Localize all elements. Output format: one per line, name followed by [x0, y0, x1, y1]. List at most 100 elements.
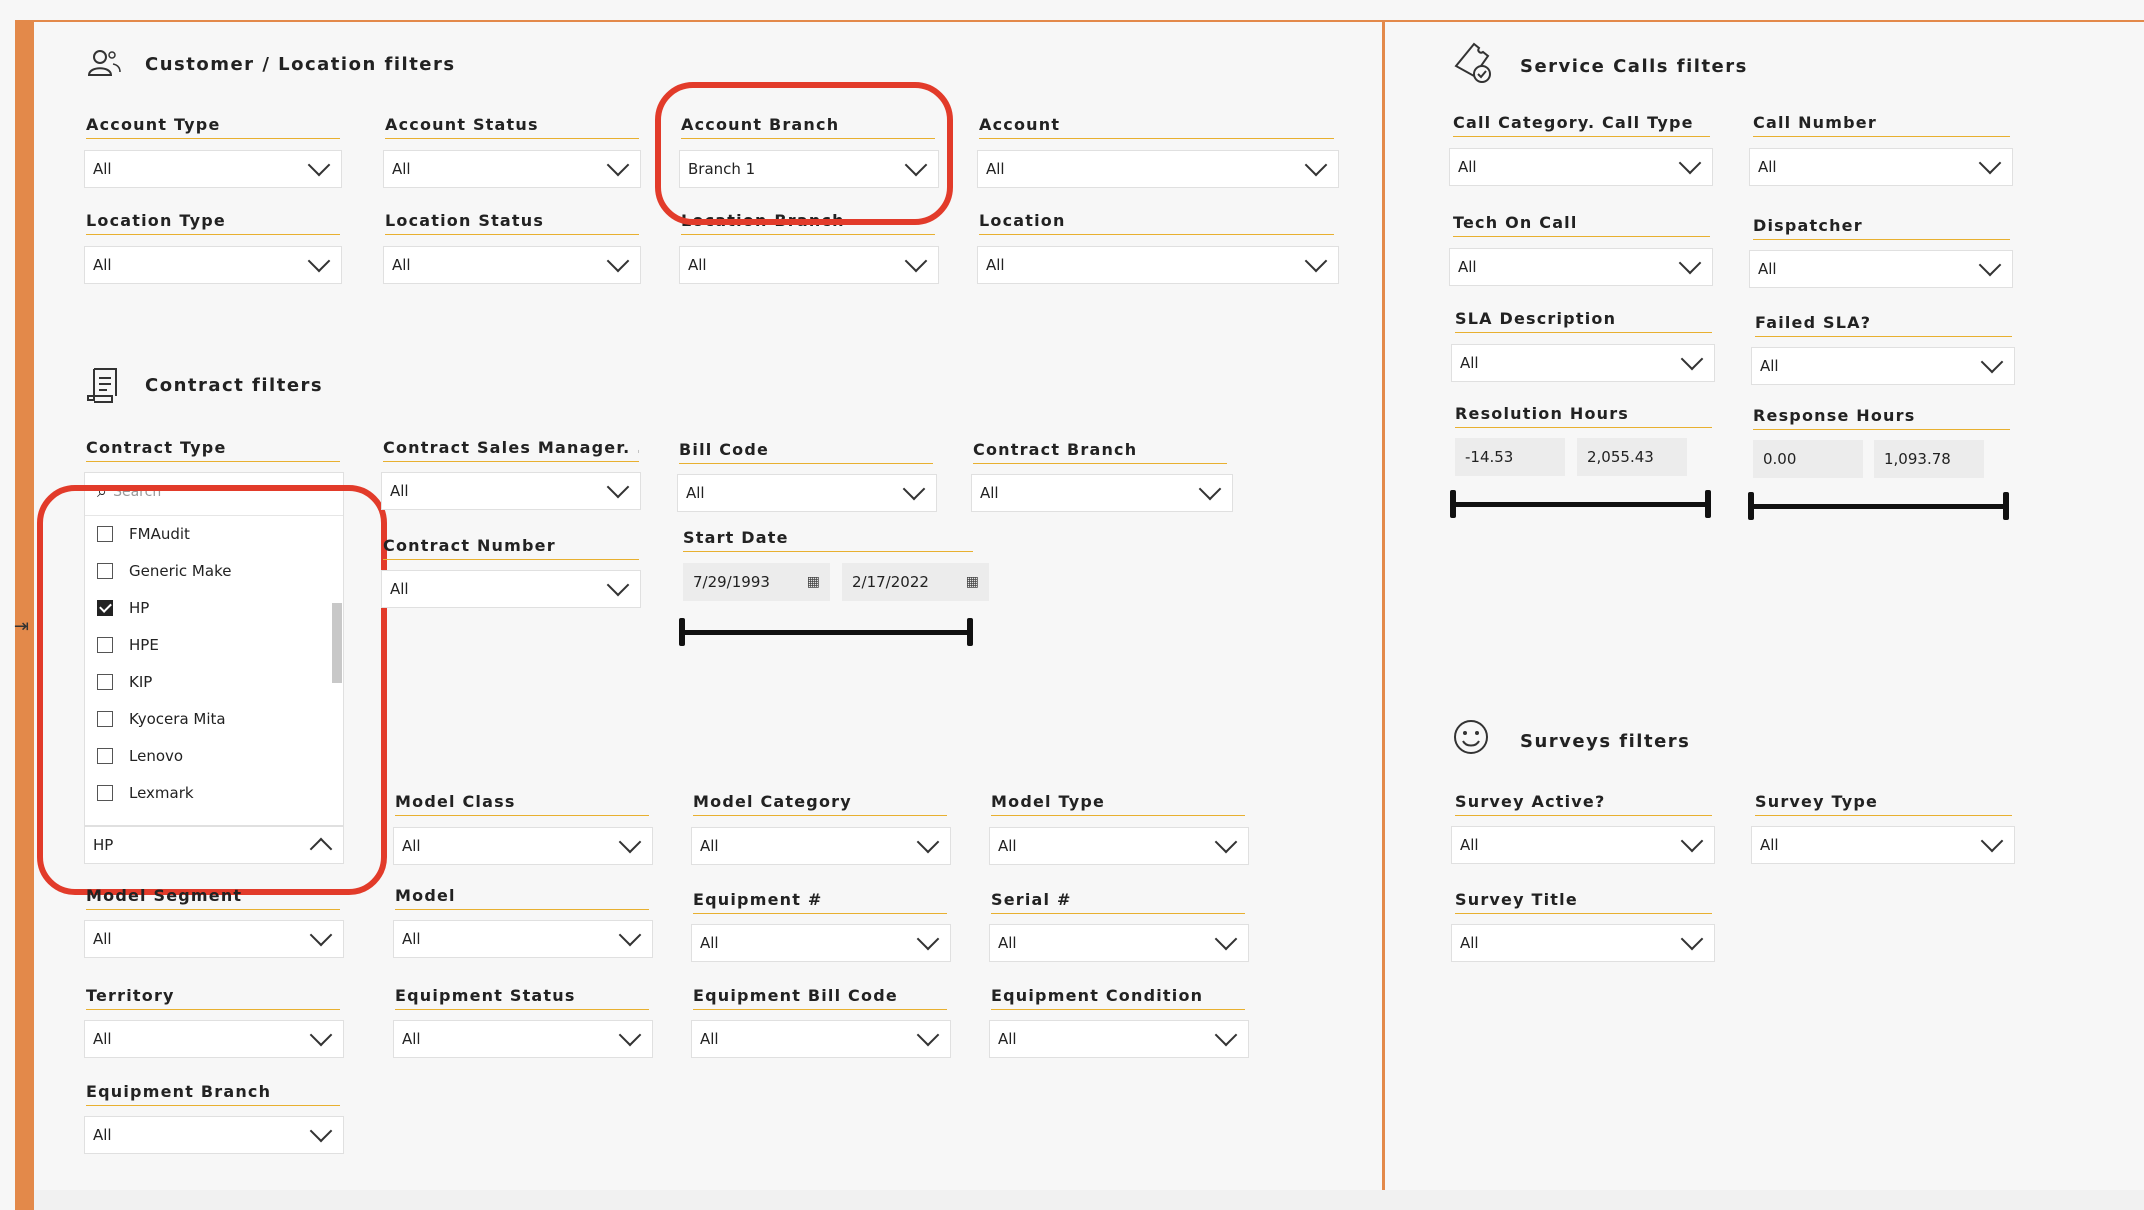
failed-sla-dropdown[interactable]: All	[1751, 347, 2015, 385]
chevron-down-icon	[1980, 829, 2004, 853]
list-item[interactable]: KIP	[97, 673, 152, 691]
chevron-down-icon	[606, 249, 630, 273]
model-class-dropdown[interactable]: All	[393, 827, 653, 865]
account-dropdown[interactable]: All	[977, 150, 1339, 188]
calendar-icon[interactable]: ▦	[807, 574, 820, 590]
bill-code-dropdown[interactable]: All	[677, 474, 937, 512]
chevron-down-icon	[618, 1023, 642, 1047]
slicer-label: Model Segment	[86, 886, 340, 910]
list-item[interactable]: Lenovo	[97, 747, 183, 765]
slider-handle-start[interactable]	[679, 618, 685, 646]
account-type-dropdown[interactable]: All	[84, 150, 342, 188]
slicer-label: Call Number	[1753, 113, 2010, 137]
checkbox[interactable]	[97, 748, 113, 764]
location-dropdown[interactable]: All	[977, 246, 1339, 284]
chevron-down-icon	[1214, 927, 1238, 951]
list-item-label: Generic Make	[129, 562, 232, 580]
resolution-slider-track[interactable]	[1453, 502, 1709, 507]
slicer-label: Account Branch	[681, 115, 935, 139]
chevron-down-icon	[904, 153, 928, 177]
dropdown-value: All	[700, 837, 719, 855]
response-min-input[interactable]: 0.00	[1753, 440, 1863, 478]
tech-on-call-dropdown[interactable]: All	[1449, 248, 1713, 286]
survey-title-dropdown[interactable]: All	[1451, 924, 1715, 962]
start-date-slider-track[interactable]	[683, 630, 972, 635]
resolution-min-input[interactable]: -14.53	[1455, 438, 1565, 476]
contract-branch-dropdown[interactable]: All	[971, 474, 1233, 512]
equipment-status-dropdown[interactable]: All	[393, 1020, 653, 1058]
model-category-dropdown[interactable]: All	[691, 827, 951, 865]
location-status-slicer: Location Status	[385, 211, 639, 235]
list-item[interactable]: HPE	[97, 636, 159, 654]
model-type-dropdown[interactable]: All	[989, 827, 1249, 865]
location-type-slicer: Location Type	[86, 211, 340, 235]
checkbox[interactable]	[97, 785, 113, 801]
resolution-max-input[interactable]: 2,055.43	[1577, 438, 1687, 476]
slider-handle-end[interactable]	[2003, 492, 2009, 520]
calendar-icon[interactable]: ▦	[966, 574, 979, 590]
slider-handle-end[interactable]	[967, 618, 973, 646]
survey-active-dropdown[interactable]: All	[1451, 826, 1715, 864]
equipment-bill-code-dropdown[interactable]: All	[691, 1020, 951, 1058]
response-slider-track[interactable]	[1751, 504, 2007, 509]
contract-number-dropdown[interactable]: All	[381, 570, 641, 608]
surveys-section-title: Surveys filters	[1520, 731, 1691, 752]
call-number-dropdown[interactable]: All	[1749, 148, 2013, 186]
account-branch-dropdown[interactable]: Branch 1	[679, 150, 939, 188]
equipment-branch-dropdown[interactable]: All	[84, 1116, 344, 1154]
list-item[interactable]: Kyocera Mita	[97, 710, 226, 728]
dropdown-value: All	[93, 1126, 112, 1144]
slicer-label: Dispatcher	[1753, 216, 2010, 240]
start-date-to-input[interactable]: 2/17/2022 ▦	[842, 563, 989, 601]
checkbox[interactable]	[97, 711, 113, 727]
call-category-dropdown[interactable]: All	[1449, 148, 1713, 186]
sla-description-dropdown[interactable]: All	[1451, 344, 1715, 382]
list-item[interactable]: FMAudit	[97, 525, 190, 543]
checkbox[interactable]	[97, 563, 113, 579]
slider-handle-start[interactable]	[1450, 490, 1456, 518]
model-class-slicer: Model Class	[395, 792, 649, 816]
equipment-condition-dropdown[interactable]: All	[989, 1020, 1249, 1058]
start-date-from-input[interactable]: 7/29/1993 ▦	[683, 563, 830, 601]
dispatcher-dropdown[interactable]: All	[1749, 250, 2013, 288]
checkbox[interactable]	[97, 526, 113, 542]
list-item[interactable]: HP	[97, 599, 149, 617]
search-box[interactable]: ⌕ Search	[97, 481, 161, 502]
serial-number-dropdown[interactable]: All	[989, 924, 1249, 962]
slicer-label: Contract Branch	[973, 440, 1227, 464]
dropdown-value: All	[986, 256, 1005, 274]
contract-section-title: Contract filters	[145, 375, 324, 396]
expand-pane-icon[interactable]: ⇥	[14, 616, 29, 637]
sales-manager-dropdown[interactable]: All	[381, 472, 641, 510]
dropdown-value: All	[402, 837, 421, 855]
response-max-input[interactable]: 1,093.78	[1874, 440, 1984, 478]
model-segment-dropdown[interactable]: All	[84, 920, 344, 958]
survey-type-dropdown[interactable]: All	[1751, 826, 2015, 864]
location-type-dropdown[interactable]: All	[84, 246, 342, 284]
checkbox-checked[interactable]	[97, 600, 113, 616]
scrollbar-thumb[interactable]	[332, 603, 342, 683]
response-hours-slicer: Response Hours	[1753, 406, 2010, 430]
list-item[interactable]: Generic Make	[97, 562, 231, 580]
checkbox[interactable]	[97, 637, 113, 653]
contract-type-dropdown[interactable]: HP	[84, 826, 344, 864]
account-status-dropdown[interactable]: All	[383, 150, 641, 188]
slider-handle-start[interactable]	[1748, 492, 1754, 520]
territory-dropdown[interactable]: All	[84, 1020, 344, 1058]
list-item-label: Lenovo	[129, 747, 184, 765]
checkbox[interactable]	[97, 674, 113, 690]
model-dropdown[interactable]: All	[393, 920, 653, 958]
chevron-down-icon	[606, 153, 630, 177]
slicer-label: Survey Active?	[1455, 792, 1712, 816]
slicer-label: Model Class	[395, 792, 649, 816]
date-to-value: 2/17/2022	[852, 573, 929, 591]
slicer-label: Equipment Bill Code	[693, 986, 947, 1010]
list-item[interactable]: Lexmark	[97, 784, 194, 802]
equipment-number-dropdown[interactable]: All	[691, 924, 951, 962]
location-branch-slicer: Location Branch	[681, 211, 935, 235]
location-branch-dropdown[interactable]: All	[679, 246, 939, 284]
contract-type-list: ⌕ Search FMAudit Generic Make HP HPE KIP…	[84, 472, 344, 826]
slider-handle-end[interactable]	[1705, 490, 1711, 518]
account-status-slicer: Account Status	[385, 115, 639, 139]
location-status-dropdown[interactable]: All	[383, 246, 641, 284]
